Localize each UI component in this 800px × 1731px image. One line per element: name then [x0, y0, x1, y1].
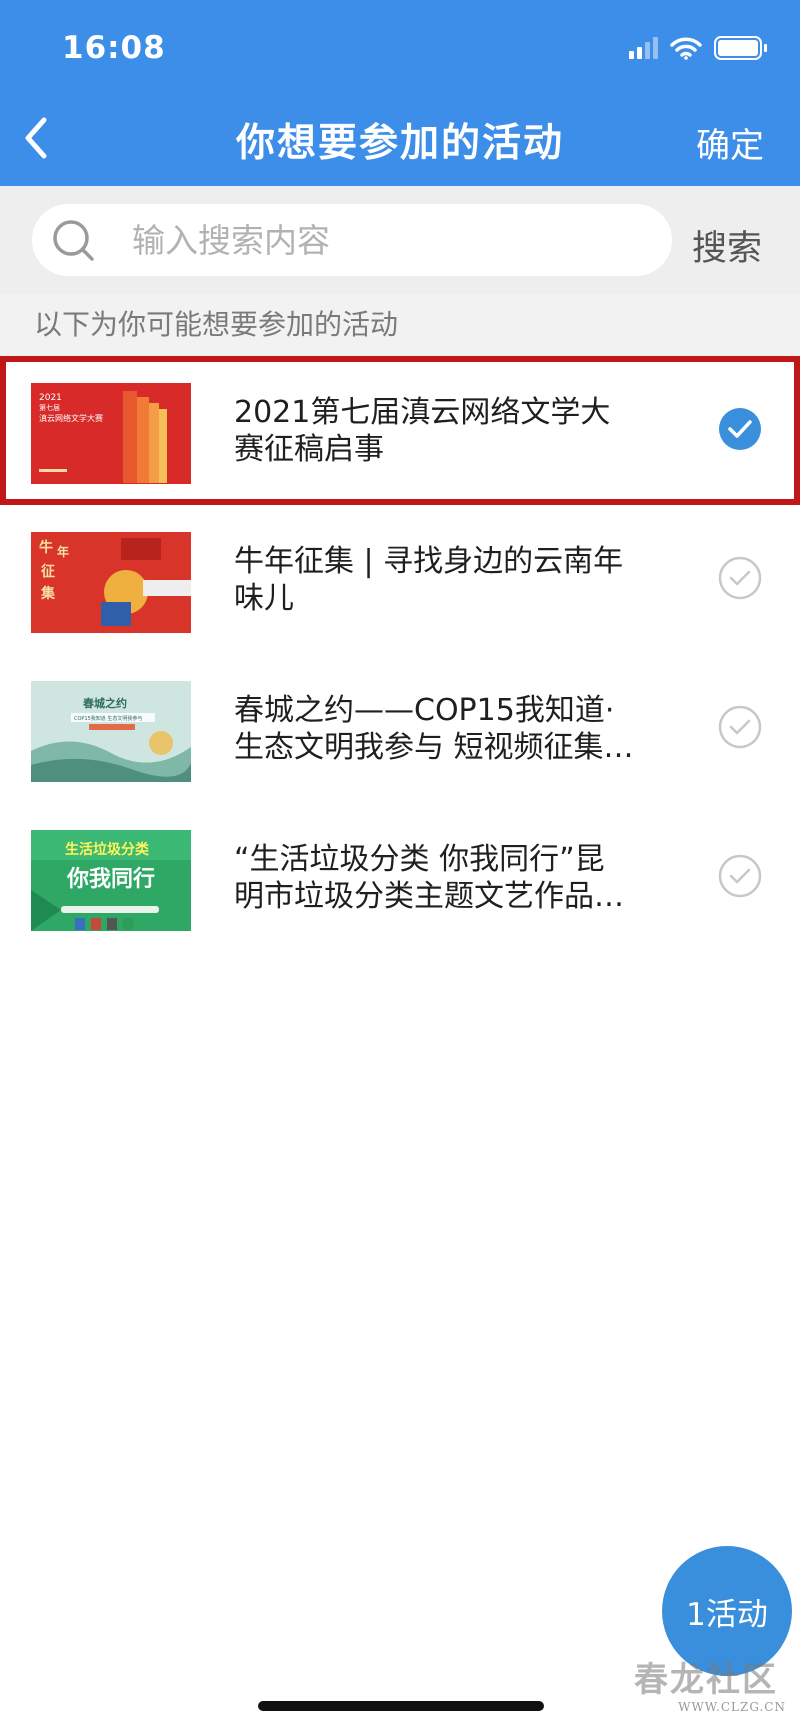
watermark-domain: WWW.CLZG.CN [678, 1700, 786, 1714]
activity-item[interactable]: 牛 年 征 集 牛年征集 | 寻找身边的云南年味儿 [0, 505, 800, 654]
activity-title: 2021第七届滇云网络文学大赛征稿启事 [234, 395, 611, 467]
cellular-signal-icon [629, 37, 658, 59]
activity-item[interactable]: 春城之约 COP15我知道 生态文明我参与 春城之约——COP15我知道·生态文… [0, 654, 800, 803]
activity-thumbnail: 2021 第七届 滇云网络文学大赛 [31, 383, 191, 484]
svg-text:滇云网络文学大赛: 滇云网络文学大赛 [39, 413, 103, 423]
activity-thumbnail: 春城之约 COP15我知道 生态文明我参与 [31, 681, 191, 782]
unchecked-circle-icon[interactable] [718, 556, 762, 600]
checked-circle-icon[interactable] [718, 407, 762, 451]
search-box[interactable] [32, 204, 672, 276]
activity-title: “生活垃圾分类 你我同行”昆明市垃圾分类主题文艺作品征集活动 [234, 842, 624, 914]
svg-text:COP15我知道 生态文明我参与: COP15我知道 生态文明我参与 [74, 715, 142, 722]
home-indicator [258, 1701, 544, 1711]
activity-thumbnail: 生活垃圾分类 你我同行 [31, 830, 191, 931]
unchecked-circle-icon[interactable] [718, 854, 762, 898]
battery-icon [714, 36, 767, 60]
activity-title: 春城之约——COP15我知道·生态文明我参与 短视频征集活动 [234, 693, 634, 765]
page-title: 你想要参加的活动 [235, 121, 564, 166]
search-bar: 搜索 [0, 186, 800, 294]
svg-text:生活垃圾分类: 生活垃圾分类 [65, 841, 150, 858]
search-icon [53, 220, 94, 261]
watermark-text: 春龙社区 [634, 1660, 778, 1700]
activity-title: 牛年征集 | 寻找身边的云南年味儿 [234, 544, 624, 616]
status-time: 16:08 [62, 30, 166, 66]
svg-text:集: 集 [40, 585, 56, 602]
top-bar: 16:08 你想要参加的活动 确定 [0, 0, 800, 186]
activity-item[interactable]: 2021 第七届 滇云网络文学大赛 2021第七届滇云网络文学大赛征稿启事 [0, 356, 800, 505]
svg-text:牛: 牛 [39, 539, 53, 556]
activity-list: 2021 第七届 滇云网络文学大赛 2021第七届滇云网络文学大赛征稿启事 牛 … [0, 356, 800, 952]
confirm-button[interactable]: 确定 [696, 118, 764, 167]
activity-thumbnail: 牛 年 征 集 [31, 532, 191, 633]
svg-text:征: 征 [41, 563, 55, 580]
search-button[interactable]: 搜索 [692, 220, 762, 271]
svg-text:春城之约: 春城之约 [83, 696, 127, 710]
svg-text:第七届: 第七届 [39, 403, 60, 412]
activity-item[interactable]: 生活垃圾分类 你我同行 “生活垃圾分类 你我同行”昆明市垃圾分类主题文艺作品征集… [0, 803, 800, 952]
watermark: 春龙社区 WWW.CLZG.CN [634, 1652, 790, 1714]
svg-text:年: 年 [57, 544, 69, 559]
wifi-icon [670, 37, 702, 60]
search-input[interactable] [132, 204, 652, 276]
status-icons [629, 36, 767, 60]
section-hint: 以下为你可能想要参加的活动 [0, 294, 800, 356]
svg-text:你我同行: 你我同行 [66, 866, 155, 892]
unchecked-circle-icon[interactable] [718, 705, 762, 749]
svg-text:2021: 2021 [39, 393, 62, 403]
